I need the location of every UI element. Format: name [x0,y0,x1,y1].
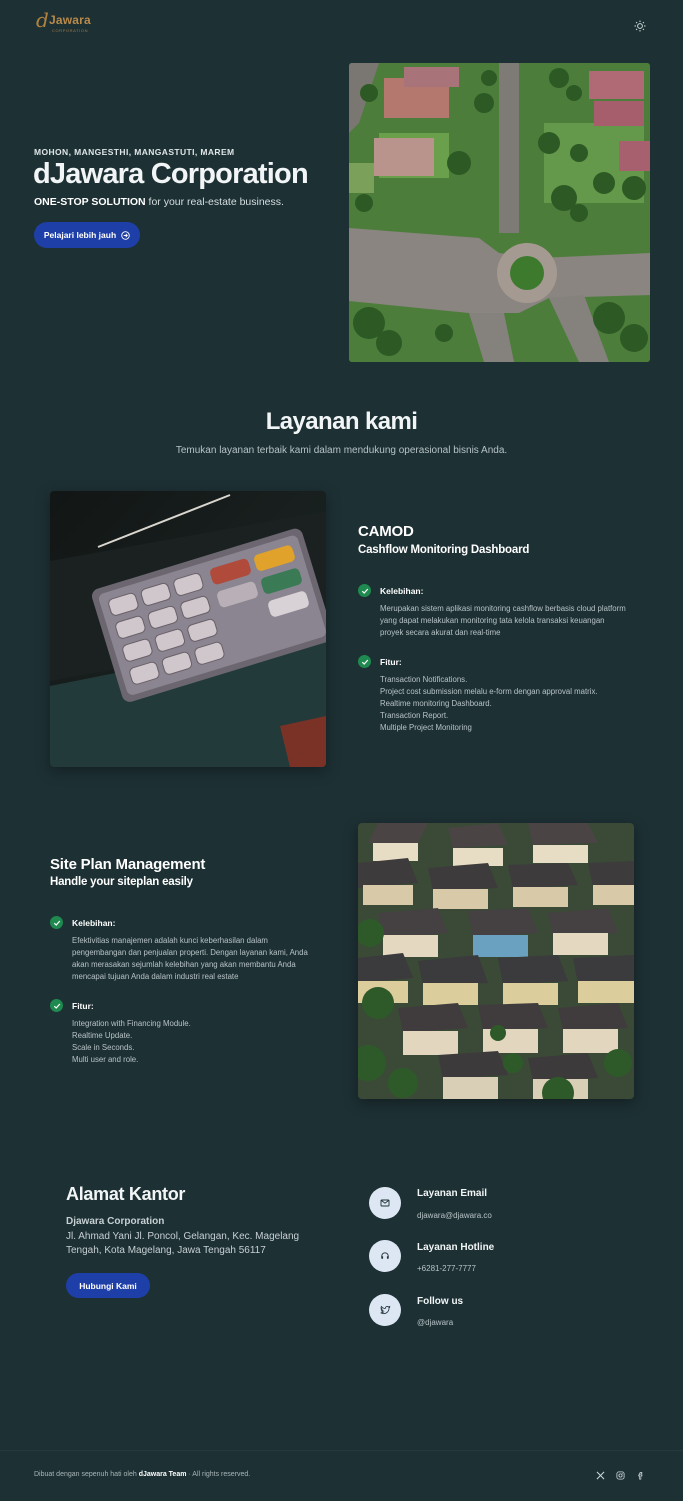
contact-follow-value[interactable]: @djawara [417,1318,453,1327]
product-siteplan-advantages-label: Kelebihan: [72,917,116,928]
feature-item: Realtime Update. [72,1031,133,1040]
x-twitter-icon[interactable] [594,1469,606,1481]
product-siteplan-features-label: Fitur: [72,1000,94,1011]
product-siteplan-image [358,823,634,1099]
feature-item: Multiple Project Monitoring [380,723,472,732]
check-icon [358,655,371,668]
product-siteplan-name: Site Plan Management [50,856,206,873]
contact-email-value[interactable]: djawara@djawara.co [417,1211,492,1220]
brand-name: Jawara [49,13,91,27]
check-icon [358,584,371,597]
contact-email-label: Layanan Email [417,1188,488,1199]
contact-us-button[interactable]: Hubungi Kami [66,1273,150,1298]
hero-tagline-bold: ONE-STOP SOLUTION [34,196,146,208]
learn-more-label: Pelajari lebih jauh [43,230,117,240]
product-camod-advantages-text: Merupakan sistem aplikasi monitoring cas… [380,604,626,637]
feature-item: Transaction Report. [380,711,449,720]
footer-prefix: Dibuat dengan sepenuh hati oleh [34,1471,139,1478]
product-camod-features-heading: Fitur: [358,655,402,668]
services-subtitle: Temukan layanan terbaik kami dalam mendu… [175,445,508,456]
mail-icon[interactable] [369,1187,401,1219]
hero-title: dJawara Corporation [33,158,309,190]
office-address: Jl. Ahmad Yani Jl. Poncol, Gelangan, Kec… [66,1231,300,1256]
product-camod-desc: Cashflow Monitoring Dashboard [358,544,530,556]
footer-team[interactable]: dJawara Team [139,1471,187,1478]
product-camod-features-label: Fitur: [380,656,402,667]
footer-credit: Dibuat dengan sepenuh hati oleh dJawara … [34,1471,250,1478]
brand-sub: CORPORATION [52,28,89,33]
feature-item: Transaction Notifications. [380,675,468,684]
theme-toggle-sun-icon[interactable] [633,19,647,33]
contact-follow-label: Follow us [417,1296,464,1307]
hero-tagline-rest: for your real-estate business. [145,196,284,208]
product-camod-advantages-heading: Kelebihan: [358,584,423,597]
check-icon [50,999,63,1012]
product-siteplan-advantages-heading: Kelebihan: [50,916,115,929]
brand-mark: d [36,8,49,32]
feature-item: Realtime monitoring Dashboard. [380,699,492,708]
feature-item: Integration with Financing Module. [72,1019,191,1028]
arrow-circle-right-icon [121,230,130,240]
facebook-icon[interactable] [634,1469,646,1481]
learn-more-button[interactable]: Pelajari lebih jauh [34,222,140,248]
hero-tagline: ONE-STOP SOLUTION for your real-estate b… [34,196,284,208]
product-camod-name: CAMOD [358,523,414,540]
product-camod-image [50,491,326,767]
office-title: Alamat Kantor [66,1184,186,1204]
product-camod-advantages-label: Kelebihan: [380,585,424,596]
headset-icon[interactable] [369,1240,401,1272]
feature-item: Project cost submission melalu e-form de… [380,687,598,696]
product-camod-feature-list: Transaction Notifications. Project cost … [380,674,640,734]
product-siteplan-feature-list: Integration with Financing Module. Realt… [72,1018,322,1066]
office-company: Djawara Corporation [66,1216,165,1227]
feature-item: Multi user and role. [72,1055,139,1064]
product-siteplan-advantages-text: Efektivitias manajemen adalah kunci kebe… [72,936,308,981]
services-title: Layanan kami [265,408,418,435]
contact-hotline-value[interactable]: +6281-277-7777 [417,1264,476,1273]
instagram-icon[interactable] [614,1469,626,1481]
footer-divider [0,1450,683,1451]
product-siteplan-features-heading: Fitur: [50,999,94,1012]
footer-suffix: · All rights reserved. [186,1471,251,1478]
product-siteplan-desc: Handle your siteplan easily [50,876,193,888]
contact-hotline-label: Layanan Hotline [417,1242,495,1253]
check-icon [50,916,63,929]
feature-item: Scale in Seconds. [72,1043,135,1052]
hero-aerial-neighborhood-image [349,63,650,362]
twitter-icon[interactable] [369,1294,401,1326]
brand-logo[interactable]: d Jawara CORPORATION [36,8,96,34]
